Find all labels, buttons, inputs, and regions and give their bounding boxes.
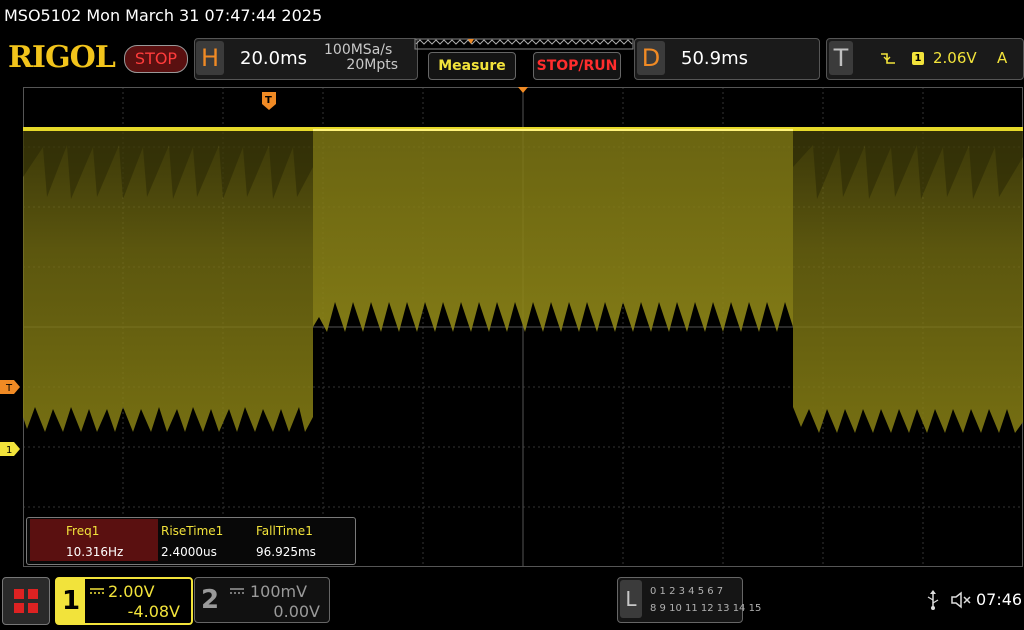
measure-button[interactable]: Measure — [428, 52, 516, 80]
trigger-panel[interactable] — [826, 38, 1024, 80]
rigol-logo: RIGOL — [8, 40, 116, 75]
meas-label-risetime: RiseTime1 — [161, 524, 224, 538]
ch2-number: 2 — [200, 585, 220, 615]
system-clock: 07:46 — [976, 590, 1023, 609]
waveform-display[interactable] — [23, 87, 1023, 567]
grid-menu-icon — [14, 589, 38, 613]
usb-icon — [927, 590, 939, 610]
logic-channels-row-2: 8 9 10 11 12 13 14 15 — [650, 603, 762, 614]
timebase-value: 20.0ms — [240, 48, 307, 69]
ch1-scale: 2.00V — [108, 582, 155, 601]
sample-rate: 100MSa/s — [324, 42, 393, 58]
horizontal-letter: H — [196, 41, 224, 75]
ch2-offset: 0.00V — [273, 602, 320, 621]
logic-analyzer-letter: L — [620, 580, 642, 618]
logic-channels-row-1: 0 1 2 3 4 5 6 7 — [650, 586, 724, 597]
meas-label-falltime: FallTime1 — [256, 524, 313, 538]
ch2-dc-coupling-icon — [230, 588, 244, 594]
trigger-letter: T — [829, 41, 853, 75]
delay-value: 50.9ms — [681, 48, 748, 69]
trigger-source-badge: 1 — [912, 52, 924, 65]
trigger-level-marker[interactable]: T — [0, 380, 20, 394]
delay-letter: D — [637, 41, 665, 75]
device-datetime: MSO5102 Mon March 31 07:47:44 2025 — [4, 6, 323, 25]
trigger-level-marker-label: T — [5, 383, 13, 394]
run-state-badge[interactable]: STOP — [124, 45, 188, 73]
trigger-position-label: T — [265, 95, 272, 106]
trigger-mode: A — [997, 49, 1008, 67]
dc-coupling-icon — [90, 588, 104, 594]
ch1-ground-marker-label: 1 — [6, 445, 12, 456]
meas-value-risetime: 2.4000us — [161, 545, 217, 559]
memory-depth: 20Mpts — [346, 57, 398, 73]
ch1-offset: -4.08V — [127, 602, 180, 621]
home-menu-button[interactable] — [2, 577, 50, 625]
ch1-number: 1 — [57, 579, 85, 623]
trigger-position-marker[interactable]: T — [262, 92, 276, 110]
trigger-level: 2.06V — [933, 49, 977, 67]
meas-value-falltime: 96.925ms — [256, 545, 316, 559]
falling-edge-icon — [881, 53, 895, 64]
ch1-ground-marker[interactable]: 1 — [0, 442, 20, 456]
meas-label-freq: Freq1 — [66, 524, 100, 538]
stop-run-button[interactable]: STOP/RUN — [533, 52, 621, 80]
meas-value-freq: 10.316Hz — [66, 545, 124, 559]
memory-position-bar — [414, 38, 634, 50]
mute-speaker-icon[interactable] — [950, 590, 972, 610]
ch2-scale: 100mV — [250, 582, 308, 601]
